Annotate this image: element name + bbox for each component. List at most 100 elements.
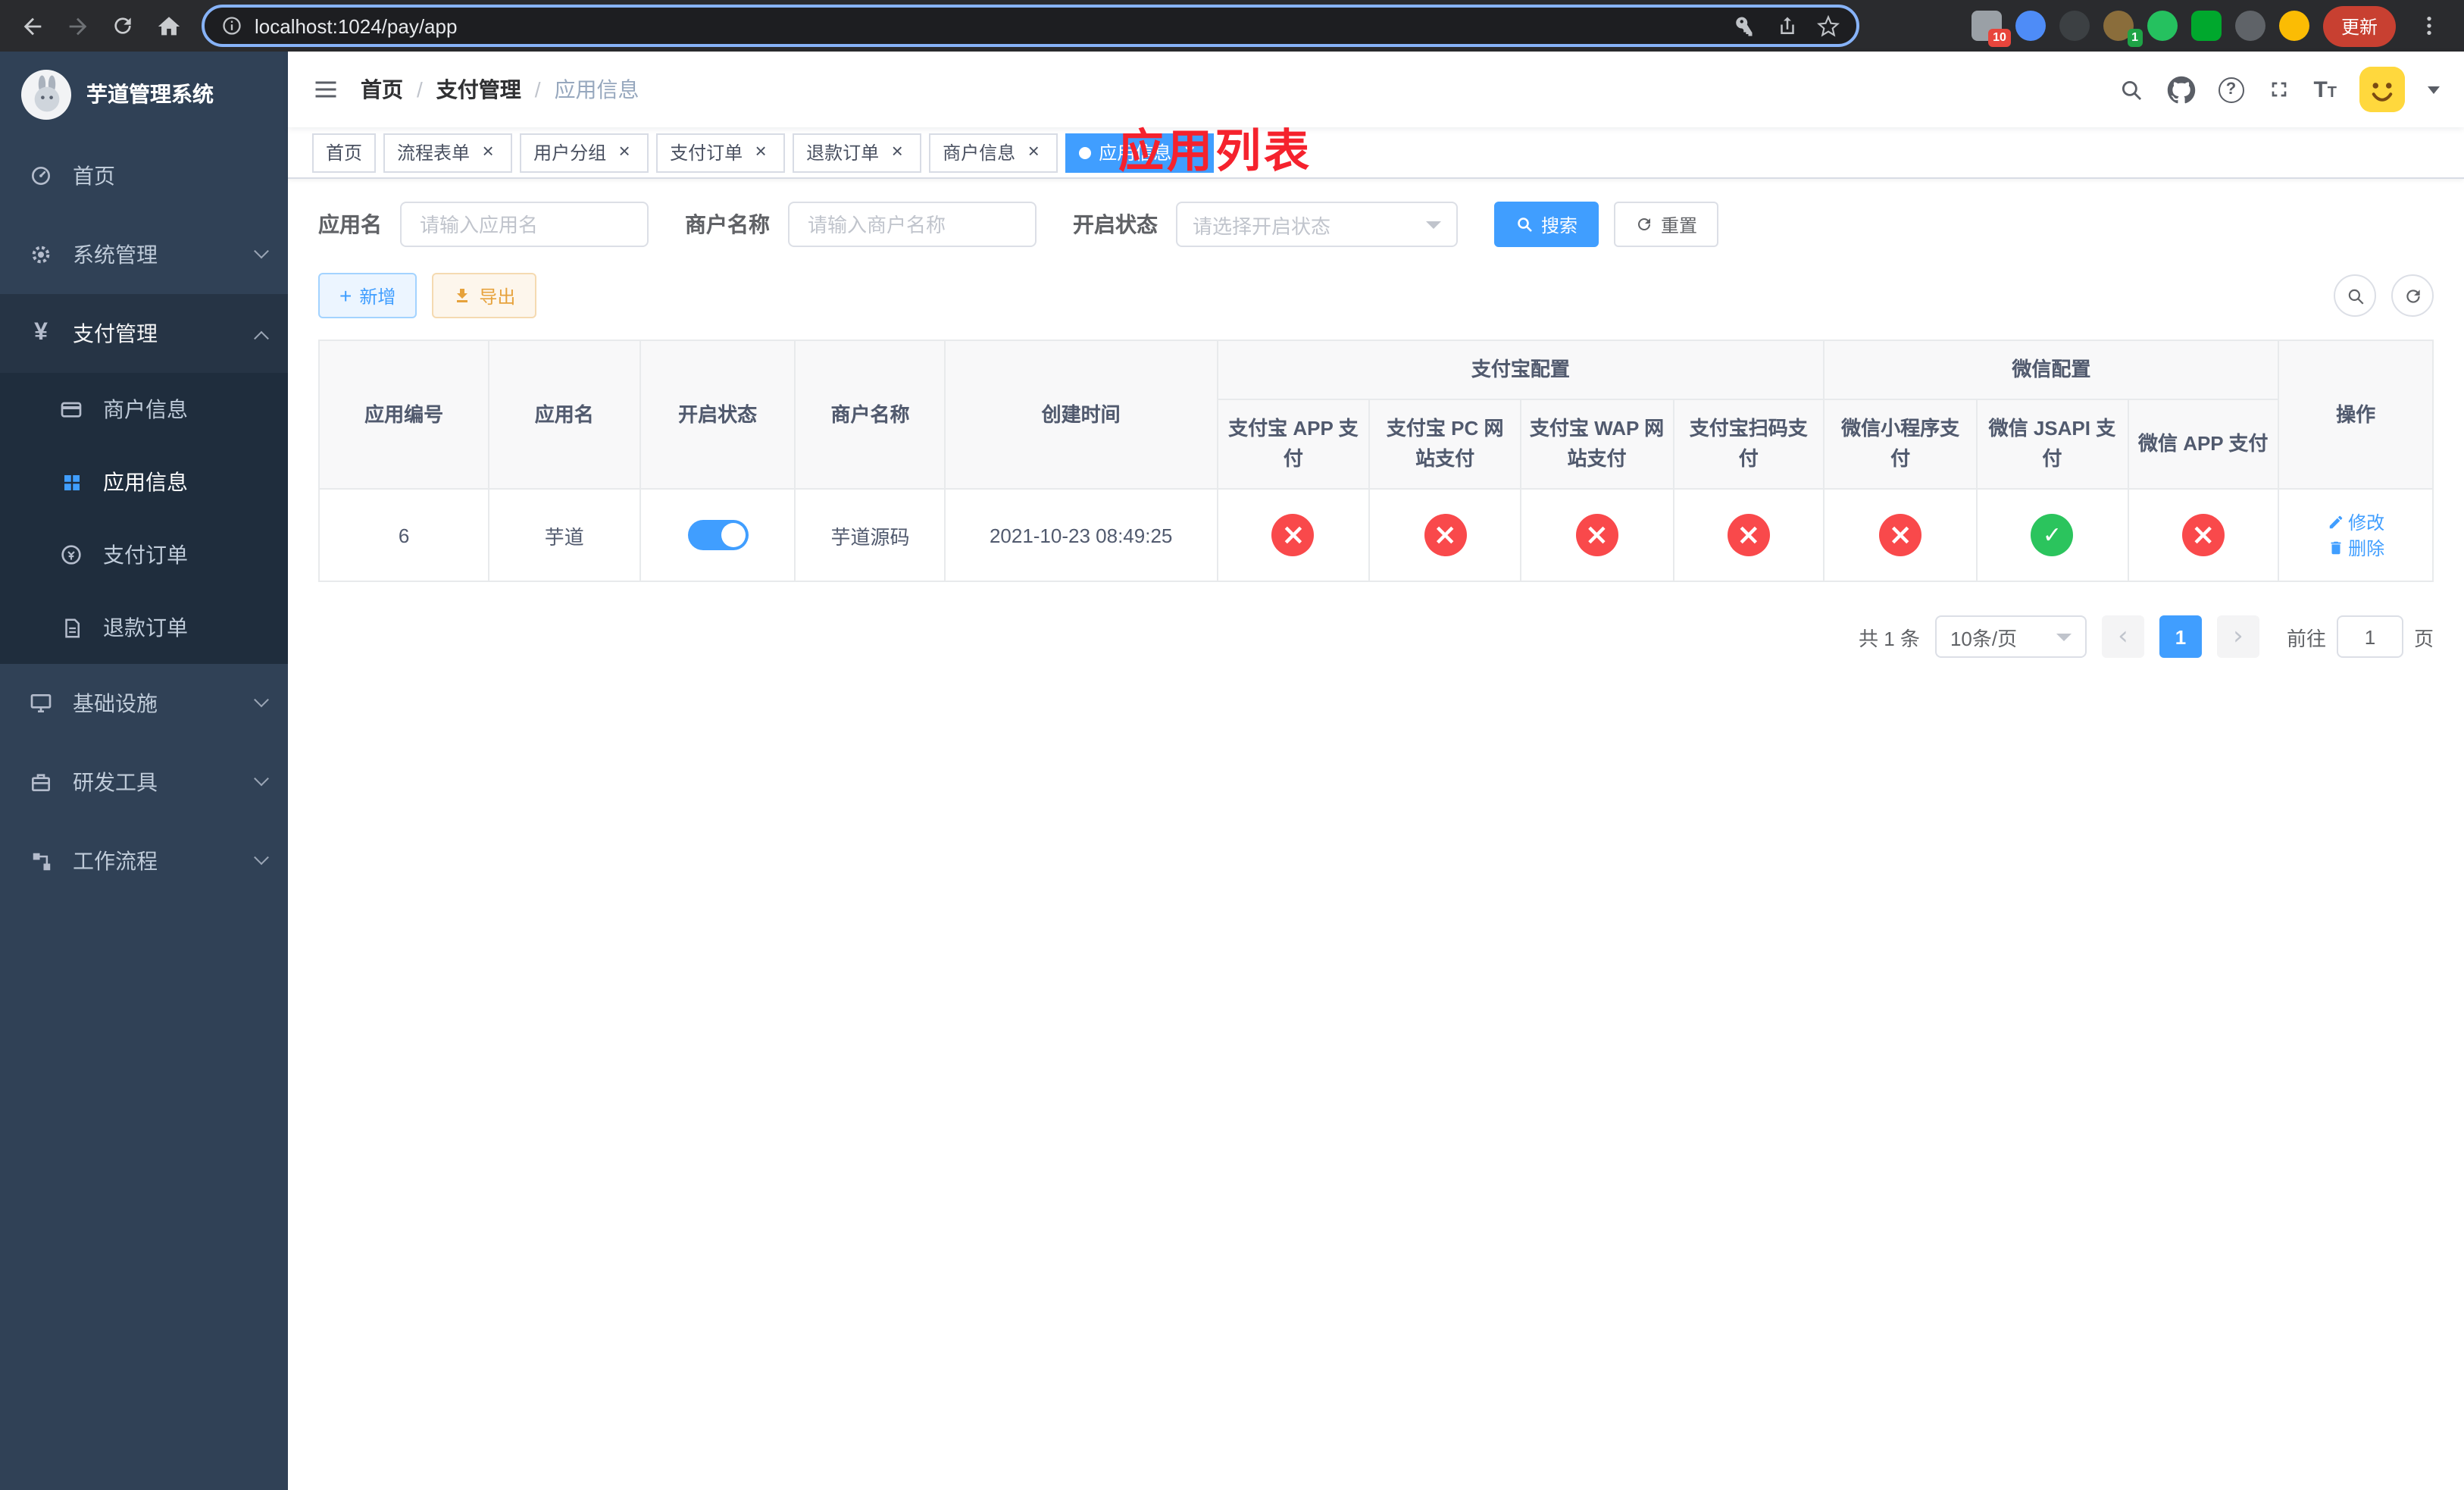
sidebar-item-pay-orders[interactable]: 支付订单 xyxy=(0,518,288,591)
status-select[interactable]: 请选择开启状态 xyxy=(1176,202,1458,247)
edit-link[interactable]: 修改 xyxy=(2327,510,2384,536)
tab-user-group[interactable]: 用户分组 × xyxy=(520,133,649,172)
browser-forward-button[interactable] xyxy=(58,6,97,45)
green-circle-icon[interactable] xyxy=(2147,11,2178,41)
reset-button[interactable]: 重置 xyxy=(1614,202,1719,247)
app-name-input[interactable] xyxy=(400,202,649,247)
tab-home[interactable]: 首页 xyxy=(312,133,377,172)
trash-icon xyxy=(2327,540,2344,557)
sidebar-toggle-icon[interactable] xyxy=(312,76,339,103)
monitor-icon xyxy=(27,691,55,715)
browser-chrome: localhost:1024/pay/app 10 1 更新 xyxy=(0,0,2464,52)
next-page-button[interactable]: › xyxy=(2216,615,2259,659)
page-size-select[interactable]: 10条/页 xyxy=(1934,615,2087,659)
address-bar[interactable]: localhost:1024/pay/app xyxy=(202,5,1859,47)
sidebar-item-label: 退款订单 xyxy=(103,615,188,640)
blue-drop-icon[interactable] xyxy=(2015,11,2046,41)
user-avatar[interactable] xyxy=(2359,67,2405,112)
tab-label: 首页 xyxy=(326,142,363,164)
pencil-icon xyxy=(2327,515,2344,531)
chevron-down-icon xyxy=(1426,221,1441,228)
browser-menu-icon[interactable] xyxy=(2409,6,2449,45)
sidebar-item-system[interactable]: 系统管理 xyxy=(0,215,288,294)
green-square-icon[interactable] xyxy=(2190,11,2222,41)
tab-refund-orders[interactable]: 退款订单 × xyxy=(793,133,922,172)
page-number-button[interactable]: 1 xyxy=(2159,615,2202,659)
col-header-wx-lite: 微信小程序支付 xyxy=(1823,399,1978,490)
goto-page-input[interactable] xyxy=(2336,615,2403,659)
sidebar-item-workflow[interactable]: 工作流程 xyxy=(0,822,288,900)
sidebar-item-app-info[interactable]: 应用信息 xyxy=(0,446,288,518)
help-icon[interactable]: ? xyxy=(2218,77,2244,102)
table-toolbar: + 新增 导出 xyxy=(318,273,2434,318)
workflow-icon xyxy=(27,850,55,872)
search-button[interactable]: 搜索 xyxy=(1494,202,1599,247)
font-size-icon[interactable]: TT xyxy=(2313,78,2337,101)
password-key-icon[interactable] xyxy=(1735,14,1758,37)
refresh-table-button[interactable] xyxy=(2391,274,2434,317)
bookmark-star-icon[interactable] xyxy=(1817,14,1840,37)
sidebar-item-refund-orders[interactable]: 退款订单 xyxy=(0,591,288,664)
browser-home-button[interactable] xyxy=(149,6,188,45)
github-icon[interactable] xyxy=(2166,75,2195,104)
delete-link[interactable]: 删除 xyxy=(2327,536,2384,562)
search-icon[interactable] xyxy=(2118,77,2143,102)
col-header-alipay-wap: 支付宝 WAP 网站支付 xyxy=(1519,399,1674,490)
refresh-icon xyxy=(1635,215,1653,233)
profile-circle-icon[interactable]: 1 xyxy=(2103,11,2143,47)
tab-close-icon[interactable]: × xyxy=(614,140,635,163)
browser-reload-button[interactable] xyxy=(103,6,142,45)
app-title: 芋道管理系统 xyxy=(86,82,214,106)
breadcrumb-separator: / xyxy=(534,77,541,102)
status-toggle[interactable] xyxy=(687,520,749,551)
fullscreen-icon[interactable] xyxy=(2266,77,2290,102)
export-button-label: 导出 xyxy=(479,286,516,307)
user-dropdown-caret-icon[interactable] xyxy=(2428,86,2440,93)
col-header-alipay-app: 支付宝 APP 支付 xyxy=(1216,399,1371,490)
breadcrumb-payment[interactable]: 支付管理 xyxy=(436,74,521,105)
breadcrumb-home[interactable]: 首页 xyxy=(361,74,403,105)
chevron-down-icon xyxy=(254,849,269,865)
site-info-icon[interactable] xyxy=(221,15,242,36)
sidebar-item-label: 支付管理 xyxy=(73,321,158,346)
sidebar-item-dev-tools[interactable]: 研发工具 xyxy=(0,743,288,822)
sidebar-item-label: 应用信息 xyxy=(103,470,188,494)
sidebar-item-label: 首页 xyxy=(73,164,115,188)
export-button[interactable]: 导出 xyxy=(432,273,537,318)
sidebar-item-payment[interactable]: ¥ 支付管理 xyxy=(0,294,288,373)
tab-pay-orders[interactable]: 支付订单 × xyxy=(656,133,786,172)
top-navbar: 首页 / 支付管理 / 应用信息 ? TT xyxy=(288,52,2464,127)
tag-view-bar: 首页 流程表单 × 用户分组 × 支付订单 × 退款订单 × 商户信息 × 应用信息 × xyxy=(288,127,2464,179)
prev-page-button[interactable]: ‹ xyxy=(2101,615,2144,659)
tab-label: 商户信息 xyxy=(943,142,1016,164)
page-size-value: 10条/页 xyxy=(1950,627,2018,650)
dark-circle-icon[interactable] xyxy=(2059,11,2090,41)
sidebar-item-merchant-info[interactable]: 商户信息 xyxy=(0,373,288,446)
share-icon[interactable] xyxy=(1776,14,1799,37)
tab-merchant-info[interactable]: 商户信息 × xyxy=(929,133,1058,172)
status-select-placeholder: 请选择开启状态 xyxy=(1193,214,1331,237)
merchant-name-input[interactable] xyxy=(788,202,1037,247)
tab-process-form[interactable]: 流程表单 × xyxy=(383,133,513,172)
breadcrumb: 首页 / 支付管理 / 应用信息 xyxy=(361,74,639,105)
cell-alipay-app xyxy=(1216,488,1371,583)
browser-update-button[interactable]: 更新 xyxy=(2322,5,2396,46)
edit-link-label: 修改 xyxy=(2348,512,2385,534)
sidebar-item-infrastructure[interactable]: 基础设施 xyxy=(0,664,288,743)
dark-pin-icon[interactable] xyxy=(2234,11,2265,41)
tab-close-icon[interactable]: × xyxy=(477,140,499,163)
add-button[interactable]: + 新增 xyxy=(318,273,417,318)
sidebar-item-home[interactable]: 首页 xyxy=(0,136,288,215)
tab-close-icon[interactable]: × xyxy=(886,140,908,163)
col-header-app-id: 应用编号 xyxy=(317,339,490,490)
tab-close-icon[interactable]: × xyxy=(1023,140,1044,163)
sidebar-item-label: 支付订单 xyxy=(103,543,188,567)
pagination-total: 共 1 条 xyxy=(1859,627,1920,650)
browser-back-button[interactable] xyxy=(12,6,52,45)
smiley-icon[interactable] xyxy=(2278,11,2309,41)
tab-label: 流程表单 xyxy=(397,142,471,164)
toggle-search-button[interactable] xyxy=(2334,274,2376,317)
url-text[interactable]: localhost:1024/pay/app xyxy=(255,14,1723,37)
extensions-grid-icon[interactable]: 10 xyxy=(1971,11,2011,47)
tab-close-icon[interactable]: × xyxy=(750,140,771,163)
